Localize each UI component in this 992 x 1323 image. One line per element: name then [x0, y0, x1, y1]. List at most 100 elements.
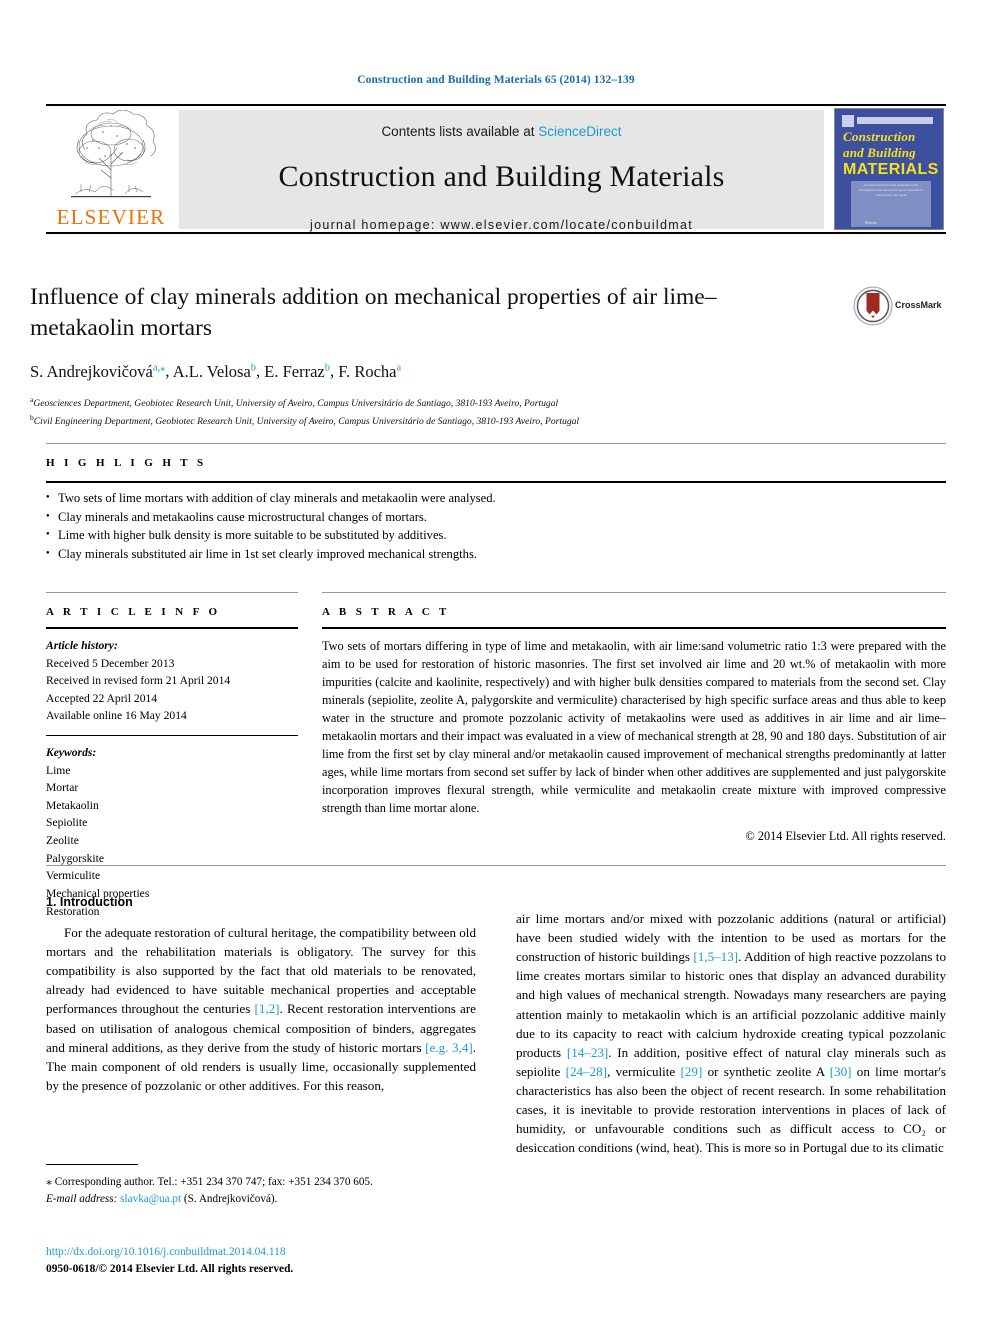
keywords-block: Keywords: Lime Mortar Metakaolin Sepioli… [46, 744, 298, 920]
journal-homepage-link[interactable]: journal homepage: www.elsevier.com/locat… [179, 218, 824, 232]
crossmark-badge[interactable]: CrossMark [853, 286, 953, 328]
author-affiliation-marker[interactable]: a [397, 362, 402, 373]
keyword-item[interactable]: Zeolite [46, 832, 298, 850]
affiliation-item: aGeosciences Department, Geobiotec Resea… [30, 394, 820, 412]
keyword-item[interactable]: Sepiolite [46, 814, 298, 832]
article-info-label: A R T I C L E I N F O [46, 606, 221, 618]
abstract-label: A B S T R A C T [322, 606, 450, 618]
article-history-item: Available online 16 May 2014 [46, 709, 187, 723]
citation-link[interactable]: [30] [830, 1064, 852, 1079]
contents-prefix: Contents lists available at [381, 124, 539, 139]
author-affiliation-marker[interactable]: b [325, 362, 330, 373]
affiliation-list: aGeosciences Department, Geobiotec Resea… [30, 394, 820, 430]
footnote-text: ⁎ Corresponding author. Tel.: +351 234 3… [46, 1172, 476, 1208]
highlights-label: H I G H L I G H T S [46, 457, 207, 469]
footnote-star-marker: ⁎ [46, 1174, 52, 1188]
abstract-section: A B S T R A C T Two sets of mortars diff… [322, 592, 946, 844]
body-column-right: air lime mortars and/or mixed with pozzo… [516, 909, 946, 1157]
paragraph-text: or synthetic zeolite A [702, 1063, 830, 1079]
affiliation-item: bCivil Engineering Department, Geobiotec… [30, 412, 820, 430]
highlights-top-rule [46, 443, 946, 444]
title-block: Influence of clay minerals addition on m… [30, 282, 820, 430]
author-item: S. Andrejkovičováa,⁎ [30, 362, 165, 381]
list-item: Clay minerals substituted air lime in 1s… [46, 545, 946, 564]
cover-top-bar [857, 117, 933, 124]
issn-copyright-line: 0950-0618/© 2014 Elsevier Ltd. All right… [46, 1263, 294, 1276]
body-column-left: 1. Introduction For the adequate restora… [46, 895, 476, 1095]
keywords-divider-rule [46, 735, 298, 737]
journal-title: Construction and Building Materials [278, 160, 725, 193]
author-item: A.L. Velosab [173, 362, 256, 381]
article-first-page: Construction and Building Materials 65 (… [0, 0, 992, 1323]
keyword-item[interactable]: Vermiculite [46, 867, 298, 885]
keyword-item[interactable]: Lime [46, 762, 298, 780]
section-heading-introduction: 1. Introduction [46, 895, 133, 909]
sciencedirect-link[interactable]: ScienceDirect [538, 124, 621, 139]
cover-elsevier-mark-icon [842, 115, 854, 127]
citation-link[interactable]: [e.g. 3,4] [425, 1040, 473, 1055]
body-top-rule [46, 865, 946, 866]
article-info-top-rule [46, 592, 298, 593]
list-item: Clay minerals and metakaolins cause micr… [46, 508, 946, 527]
keyword-item[interactable]: Metakaolin [46, 797, 298, 815]
abstract-copyright: © 2014 Elsevier Ltd. All rights reserved… [745, 828, 946, 843]
abstract-top-rule [322, 592, 946, 593]
citation-link[interactable]: [29] [681, 1064, 703, 1079]
keywords-label: Keywords: [46, 746, 97, 760]
cover-title-line-3: MATERIALS [843, 161, 939, 178]
crossmark-icon[interactable] [853, 286, 893, 326]
citation-link[interactable]: [24–28] [566, 1064, 607, 1079]
list-item: Two sets of lime mortars with addition o… [46, 489, 946, 508]
author-item: F. Rochaa [338, 362, 401, 381]
article-history-item: Accepted 22 April 2014 [46, 691, 158, 705]
article-info-section: A R T I C L E I N F O Article history: R… [46, 592, 298, 920]
abstract-text: Two sets of mortars differing in type of… [322, 639, 946, 815]
article-history-item: Received 5 December 2013 [46, 656, 175, 670]
paragraph-text: . Addition of high reactive pozzolans to… [516, 949, 946, 1060]
masthead-top-rule [46, 104, 946, 106]
journal-masthead: ELSEVIER Contents lists available at Sci… [46, 104, 946, 234]
highlights-mid-rule [46, 481, 946, 483]
article-title: Influence of clay minerals addition on m… [30, 284, 717, 342]
list-item: Lime with higher bulk density is more su… [46, 526, 946, 545]
article-info-mid-rule [46, 627, 298, 629]
author-name: E. Ferraz [264, 361, 325, 381]
author-name: S. Andrejkovičová [30, 361, 153, 381]
citation-link[interactable]: [1,5–13] [693, 949, 738, 964]
elsevier-wordmark: ELSEVIER [56, 205, 166, 229]
highlights-list: Two sets of lime mortars with addition o… [46, 489, 946, 564]
citation-link[interactable]: [1,2] [254, 1001, 279, 1016]
author-name: F. Rocha [338, 361, 397, 381]
article-history: Article history: Received 5 December 201… [46, 637, 298, 725]
elsevier-logo: ELSEVIER [48, 110, 174, 230]
email-owner: (S. Andrejkovičová). [183, 1192, 278, 1205]
author-name: A.L. Velosa [172, 361, 251, 381]
contents-available-line: Contents lists available at ScienceDirec… [179, 110, 824, 139]
corresponding-author-footnote: ⁎ Corresponding author. Tel.: +351 234 3… [46, 1164, 476, 1208]
article-history-label: Article history: [46, 639, 118, 652]
author-affiliation-marker[interactable]: b [251, 362, 256, 373]
journal-cover-thumbnail: Construction and Building MATERIALS An i… [834, 108, 944, 230]
footnote-rule [46, 1164, 138, 1165]
author-affiliation-marker[interactable]: a,⁎ [153, 362, 166, 373]
doi-link[interactable]: http://dx.doi.org/10.1016/j.conbuildmat.… [46, 1244, 476, 1261]
crossmark-label: CrossMark [895, 300, 942, 310]
journal-band: Contents lists available at ScienceDirec… [179, 110, 824, 232]
author-item: E. Ferrazb [264, 362, 330, 381]
cover-title-line-1: Construction [843, 129, 916, 144]
paragraph-text: , vermiculite [607, 1063, 681, 1079]
citation-link[interactable]: [14–23] [567, 1045, 608, 1060]
corresponding-author-text: Corresponding author. Tel.: +351 234 370… [54, 1176, 373, 1188]
cover-title-line-2: and Building [843, 145, 916, 160]
intro-paragraph-left: For the adequate restoration of cultural… [46, 923, 476, 1095]
cover-footer-text: Elsevier [865, 221, 877, 225]
elsevier-tree-icon [71, 110, 156, 198]
cover-blurb: An international journal dedicated to th… [858, 183, 924, 198]
article-history-item: Received in revised form 21 April 2014 [46, 674, 231, 688]
keyword-item[interactable]: Mortar [46, 779, 298, 797]
email-link[interactable]: slavka@ua.pt [120, 1193, 181, 1205]
affiliation-text: Geosciences Department, Geobiotec Resear… [33, 397, 559, 409]
running-head: Construction and Building Materials 65 (… [357, 74, 635, 86]
masthead-bottom-rule [46, 232, 946, 234]
author-list: S. Andrejkovičováa,⁎, A.L. Velosab, E. F… [30, 361, 402, 381]
